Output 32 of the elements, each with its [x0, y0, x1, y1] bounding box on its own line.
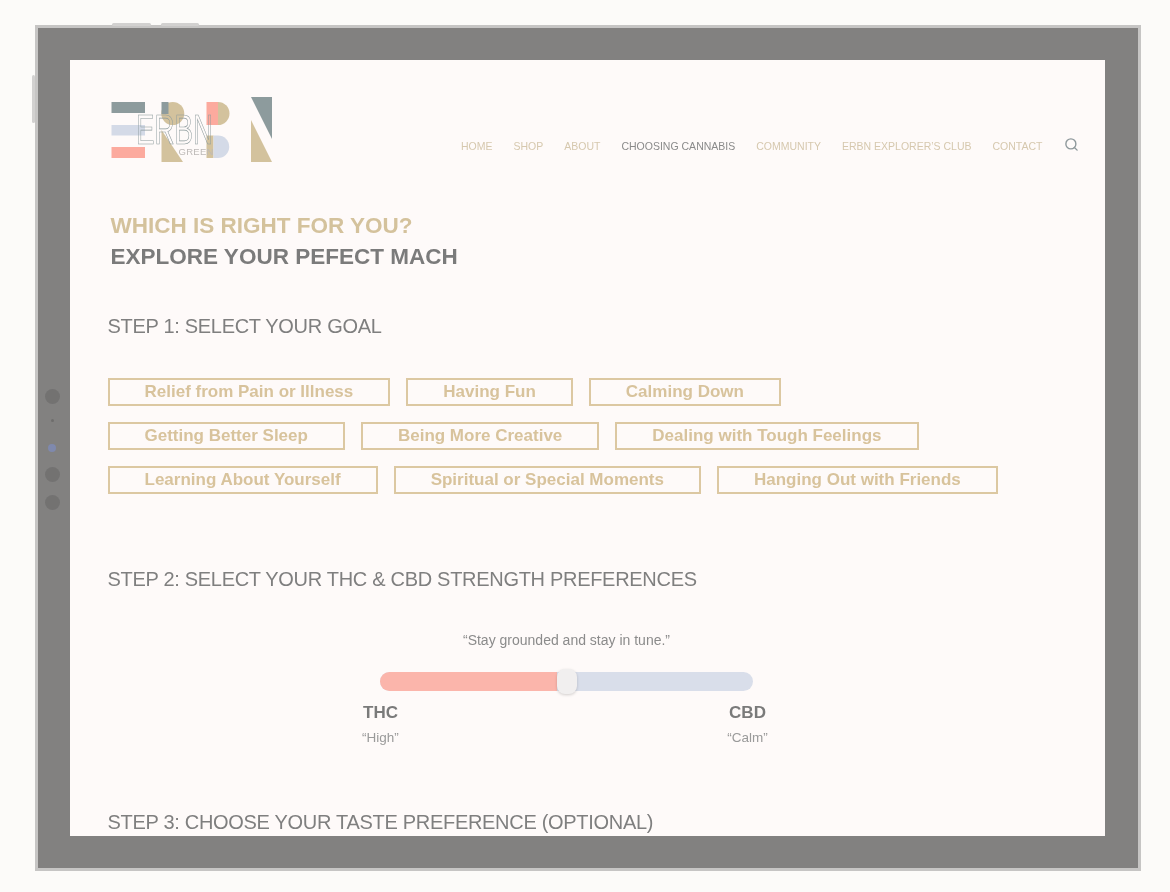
step-heading: STEP 1: SELECT YOUR GOAL	[107, 314, 383, 339]
goal-button[interactable]: Being More Creative	[360, 422, 600, 450]
logo[interactable]	[109, 96, 272, 162]
slider-end-label: THC	[363, 703, 398, 723]
goal-button[interactable]: Hanging Out with Friends	[716, 466, 998, 494]
slider-end-label: CBD	[729, 703, 766, 723]
lens-dot-icon	[48, 444, 57, 452]
slider-thumb[interactable]	[556, 669, 577, 694]
nav-link[interactable]: ERBN EXPLORER’S CLUB	[842, 139, 972, 153]
goal-button[interactable]: Learning About Yourself	[107, 466, 378, 494]
goal-button[interactable]: Relief from Pain or Illness	[107, 378, 391, 406]
nav-link[interactable]: SHOP	[513, 139, 544, 153]
goal-button[interactable]: Having Fun	[406, 378, 573, 406]
step-heading: STEP 2: SELECT YOUR THC & CBD STRENGTH PREFERENCES	[107, 567, 698, 592]
nav-link[interactable]: CONTACT	[992, 139, 1043, 153]
step-heading: STEP 3: CHOOSE YOUR TASTE PREFERENCE (OPTIONAL)	[107, 810, 655, 835]
slider-end-caption: “Calm”	[727, 729, 768, 747]
goal-button[interactable]: Spiritual or Special Moments	[393, 466, 701, 494]
search-icon[interactable]	[1063, 136, 1079, 152]
goal-button[interactable]: Dealing with Tough Feelings	[615, 422, 919, 450]
page-subtitle: EXPLORE YOUR PEFECT MACH	[110, 243, 459, 271]
nav-link[interactable]: CHOOSING CANNABIS	[621, 139, 736, 153]
slider-track[interactable]	[380, 672, 753, 691]
slider-end-caption: “High”	[362, 729, 399, 747]
slider-quote: “Stay grounded and stay in tune.”	[463, 631, 670, 649]
goal-button[interactable]: Getting Better Sleep	[107, 422, 345, 450]
nav-link[interactable]: HOME	[461, 139, 493, 153]
nav-link[interactable]: COMMUNITY	[756, 139, 821, 153]
goal-button[interactable]: Calming Down	[588, 378, 781, 406]
page-title: WHICH IS RIGHT FOR YOU?	[110, 212, 414, 240]
logo-wordmark: ERBN	[136, 114, 213, 145]
nav-link[interactable]: ABOUT	[564, 139, 601, 153]
